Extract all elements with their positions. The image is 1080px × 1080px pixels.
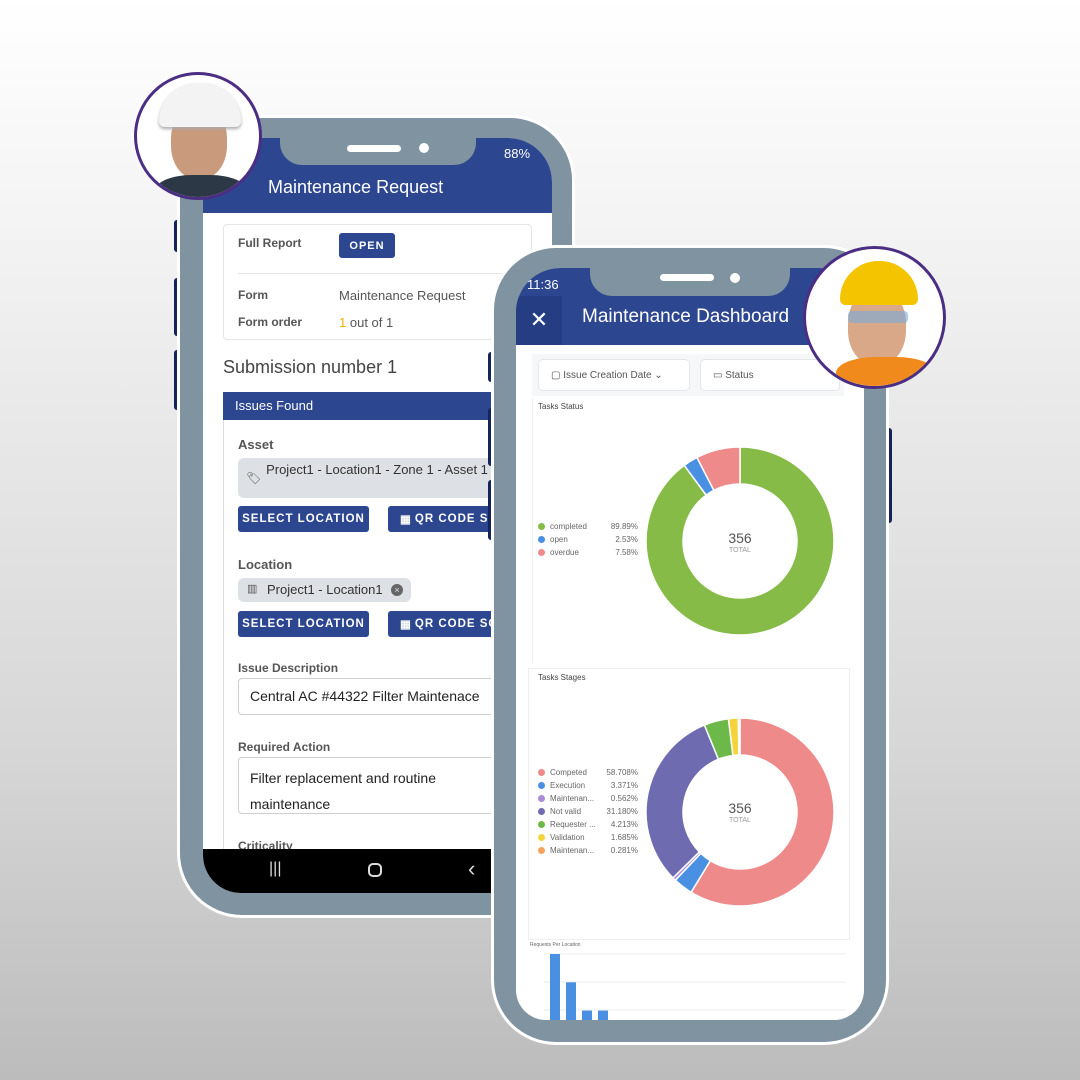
legend-label: Maintenan... bbox=[550, 846, 595, 855]
bar-3[interactable] bbox=[598, 1010, 608, 1020]
required-action-input[interactable]: Filter replacement and routine maintenan… bbox=[238, 757, 518, 814]
legend-swatch bbox=[538, 536, 545, 543]
donut-center-value: 356 bbox=[728, 800, 752, 816]
legend-swatch bbox=[538, 821, 545, 828]
avatar-engineer bbox=[803, 246, 946, 389]
location-chip: ▥ Project1 - Location1 × bbox=[238, 578, 411, 602]
tag-icon: 🏷 bbox=[246, 471, 262, 485]
location-label: Location bbox=[238, 557, 293, 572]
legend-value: 89.89% bbox=[610, 522, 638, 531]
form-order-value: 1 out of 1 bbox=[339, 315, 393, 330]
bar-2[interactable] bbox=[582, 1010, 592, 1020]
legend-label: overdue bbox=[550, 548, 579, 557]
legend-value: 4.213% bbox=[610, 820, 638, 829]
header-title: Maintenance Request bbox=[268, 177, 444, 197]
legend-item[interactable]: completed 89.89% bbox=[538, 522, 638, 531]
form-order-label: Form order bbox=[238, 315, 303, 329]
power-button[interactable] bbox=[886, 428, 892, 523]
legend-item[interactable]: Requester ... 4.213% bbox=[538, 820, 638, 829]
legend-label: Maintenan... bbox=[550, 794, 595, 803]
submission-title: Submission number 1 bbox=[223, 357, 398, 377]
legend-item[interactable]: Competed 58.708% bbox=[538, 768, 638, 777]
legend-item[interactable]: Execution 3.371% bbox=[538, 781, 638, 790]
legend-value: 0.562% bbox=[610, 794, 638, 803]
donut-center-value: 356 bbox=[728, 530, 752, 546]
qr-code-scan-button[interactable]: ▦ QR CODE SCA bbox=[388, 611, 508, 637]
legend-swatch bbox=[538, 782, 545, 789]
legend-value: 31.180% bbox=[606, 807, 638, 816]
legend-label: completed bbox=[550, 522, 587, 531]
legend-value: 58.708% bbox=[606, 768, 638, 777]
legend-swatch bbox=[538, 769, 545, 776]
qr-code-icon: ▦ bbox=[400, 619, 412, 631]
legend-value: 0.281% bbox=[610, 846, 638, 855]
avatar-jacket bbox=[836, 357, 936, 386]
divider bbox=[238, 273, 518, 274]
donut-slice-6[interactable] bbox=[737, 717, 741, 756]
legend-item[interactable]: Maintenan... 0.562% bbox=[538, 794, 638, 803]
home-icon[interactable] bbox=[368, 863, 382, 877]
select-location-button[interactable]: SELECT LOCATION bbox=[238, 506, 369, 532]
select-location-button[interactable]: SELECT LOCATION bbox=[238, 611, 369, 637]
legend-swatch bbox=[538, 834, 545, 841]
donut-center-label: TOTAL bbox=[729, 817, 751, 824]
dashboard-charts bbox=[544, 446, 846, 1020]
required-action-value: Filter replacement and routine maintenan… bbox=[250, 770, 436, 812]
issues-found-title: Issues Found bbox=[235, 398, 314, 413]
avatar-technician bbox=[134, 72, 262, 200]
asset-label: Asset bbox=[238, 437, 274, 452]
required-action-label: Required Action bbox=[238, 740, 331, 754]
left-phone-notch bbox=[280, 118, 476, 165]
map-icon: ▥ bbox=[247, 583, 258, 595]
donut-center-label: TOTAL bbox=[729, 547, 751, 554]
right-phone-notch bbox=[590, 248, 790, 296]
asset-chip: 🏷 Project1 - Location1 - Zone 1 - Asset … bbox=[238, 458, 498, 498]
legend-item[interactable]: open 2.53% bbox=[538, 535, 638, 544]
right-phone-screen: 11:36 ✕ Maintenance Dashboard ▢ Issue Cr… bbox=[516, 268, 864, 1020]
bar-1[interactable] bbox=[566, 982, 576, 1020]
form-value: Maintenance Request bbox=[339, 288, 466, 303]
legend-swatch bbox=[538, 808, 545, 815]
issue-description-input[interactable]: Central AC #44322 Filter Maintenace bbox=[238, 678, 518, 715]
safety-glasses-icon bbox=[848, 311, 908, 323]
recent-apps-icon[interactable]: ||| bbox=[269, 860, 281, 878]
open-button[interactable]: OPEN bbox=[339, 233, 395, 258]
back-nav-icon[interactable]: ‹ bbox=[468, 856, 475, 882]
legend-swatch bbox=[538, 847, 545, 854]
donut-slice-3[interactable] bbox=[645, 724, 720, 879]
legend-swatch bbox=[538, 795, 545, 802]
legend-item[interactable]: Maintenan... 0.281% bbox=[538, 846, 638, 855]
form-order-total: out of 1 bbox=[349, 315, 394, 330]
legend-swatch bbox=[538, 549, 545, 556]
form-label: Form bbox=[238, 288, 268, 302]
legend-label: open bbox=[550, 535, 568, 544]
issue-description-value: Central AC #44322 Filter Maintenace bbox=[250, 688, 480, 704]
legend-label: Requester ... bbox=[550, 820, 596, 829]
legend-item[interactable]: overdue 7.58% bbox=[538, 548, 638, 557]
yellow-helmet-icon bbox=[840, 261, 918, 305]
battery-text: 88% bbox=[504, 146, 531, 161]
legend-label: Not valid bbox=[550, 807, 582, 816]
legend-label: Validation bbox=[550, 833, 585, 842]
legend-value: 1.685% bbox=[610, 833, 638, 842]
legend-value: 3.371% bbox=[610, 781, 638, 790]
legend-value: 2.53% bbox=[615, 535, 638, 544]
legend-label: Competed bbox=[550, 768, 587, 777]
legend-item[interactable]: Validation 1.685% bbox=[538, 833, 638, 842]
full-report-label: Full Report bbox=[238, 236, 302, 250]
asset-value: Project1 - Location1 - Zone 1 - Asset 1 bbox=[266, 462, 488, 477]
avatar-shirt bbox=[155, 175, 247, 197]
legend-swatch bbox=[538, 523, 545, 530]
qr-code-icon: ▦ bbox=[400, 514, 412, 526]
legend-label: Execution bbox=[550, 781, 586, 790]
location-value: Project1 - Location1 bbox=[267, 582, 383, 597]
bar-0[interactable] bbox=[550, 954, 560, 1020]
issue-description-label: Issue Description bbox=[238, 661, 339, 675]
white-helmet-icon bbox=[159, 83, 241, 127]
form-order-current: 1 bbox=[339, 315, 347, 330]
legend-item[interactable]: Not valid 31.180% bbox=[538, 807, 638, 816]
remove-location-icon[interactable]: × bbox=[391, 584, 403, 596]
legend-value: 7.58% bbox=[615, 548, 638, 557]
